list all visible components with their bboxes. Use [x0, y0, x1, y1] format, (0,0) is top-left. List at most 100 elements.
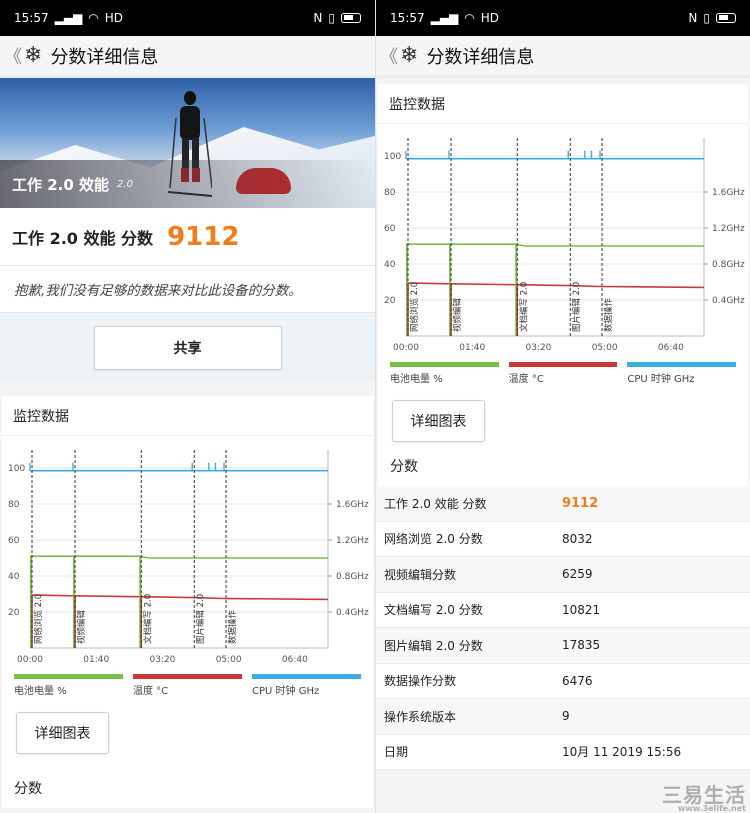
clock: 15:57 [390, 11, 425, 25]
nfc-icon: N [688, 11, 698, 25]
hero-version: 2.0 [117, 178, 133, 190]
legend-cpu: CPU 时钟 GHz [627, 362, 737, 388]
battery-icon [341, 13, 361, 23]
x-tick-label: 03:20 [525, 343, 551, 353]
vibrate-icon: ▯ [328, 11, 335, 25]
chart-legend: 电池电量 % 温度 °C CPU 时钟 GHz [2, 674, 373, 700]
x-tick-label: 01:40 [459, 343, 485, 353]
status-bar: 15:57 ▂▄▆ ◠ HD N ▯ [0, 0, 375, 36]
table-row: 数据操作分数 6476 [376, 663, 750, 699]
row-label: 视频编辑分数 [384, 567, 457, 582]
legend-battery: 电池电量 % [390, 362, 499, 388]
y2-tick-label: 0.4GHz [712, 296, 745, 306]
detail-chart-button[interactable]: 详细图表 [16, 712, 109, 754]
page-title: 分数详细信息 [50, 46, 159, 68]
table-row: 操作系统版本 9 [376, 699, 750, 735]
table-row: 图片编辑 2.0 分数 17835 [376, 628, 750, 664]
monitor-chart: 20 40 60 80 100 0.4GHz 0.8GHz 1.2GHz 1.6GHz 00:00… [378, 124, 748, 362]
scores-table: 工作 2.0 效能 分数 9112 网络浏览 2.0 分数 8032 视频编辑分数 625… [376, 486, 750, 770]
detail-chart-button[interactable]: 详细图表 [392, 400, 485, 442]
network-label: HD [104, 11, 124, 25]
score-row: 工作 2.0 效能 分数 9112 [0, 208, 375, 266]
y2-tick-label: 1.2GHz [336, 536, 369, 546]
app-logo-icon: ❄ [24, 43, 43, 68]
comparison-note: 抱歉,我们没有足够的数据来对比此设备的分数。 [0, 266, 375, 312]
share-button[interactable]: 共享 [93, 325, 282, 370]
marker-label: 数据操作 [227, 609, 238, 644]
row-label: 数据操作分数 [384, 674, 457, 689]
y2-tick-label: 0.8GHz [336, 572, 369, 582]
marker-label: 文档编写 2.0 [518, 282, 529, 332]
y-tick-label: 40 [384, 260, 396, 270]
wifi-icon: ◠ [88, 11, 99, 25]
x-tick-label: 00:00 [17, 655, 43, 665]
legend-temp: 温度 °C [133, 674, 242, 700]
row-value: 17835 [562, 638, 601, 653]
scores-heading: 分数 [390, 459, 418, 475]
y-tick-label: 80 [384, 188, 396, 198]
row-label: 日期 [384, 745, 409, 760]
x-tick-label: 01:40 [83, 655, 109, 665]
marker-label: 数据操作 [603, 297, 614, 332]
x-tick-label: 05:00 [592, 343, 618, 353]
title-bar: 《 ❄ 分数详细信息 [376, 36, 750, 78]
row-value: 6476 [562, 673, 593, 688]
y-tick-label: 80 [8, 500, 20, 510]
table-row: 网络浏览 2.0 分数 8032 [376, 521, 750, 557]
back-icon[interactable]: 《 [380, 43, 398, 69]
row-value: 10月 11 2019 15:56 [562, 745, 682, 760]
row-label: 文档编写 2.0 分数 [384, 603, 483, 618]
marker-label: 网络浏览 2.0 [33, 594, 44, 644]
marker-label: 视频编辑 [76, 609, 87, 644]
chart-legend: 电池电量 % 温度 °C CPU 时钟 GHz [378, 362, 748, 388]
legend-battery: 电池电量 % [14, 674, 123, 700]
share-area: 共享 [0, 312, 375, 382]
status-bar: 15:57 ▂▄▆ ◠ HD N ▯ [376, 0, 750, 36]
table-row: 视频编辑分数 6259 [376, 557, 750, 593]
row-value: 9112 [562, 495, 599, 511]
monitor-chart: 20 40 60 80 100 0.4GHz 0.8GHz 1.2GHz 1.6GHz 00:00… [2, 436, 373, 674]
y2-tick-label: 0.4GHz [336, 608, 369, 618]
x-tick-label: 03:20 [149, 655, 175, 665]
marker-label: 图片编辑 2.0 [571, 282, 582, 332]
nfc-icon: N [313, 11, 323, 25]
legend-temp: 温度 °C [508, 362, 618, 388]
y2-tick-label: 1.6GHz [712, 188, 745, 198]
score-value: 9112 [167, 221, 240, 252]
clock: 15:57 [14, 11, 49, 25]
row-label: 操作系统版本 [384, 709, 457, 724]
scores-heading: 分数 [2, 768, 373, 808]
vibrate-icon: ▯ [703, 11, 710, 25]
row-label: 网络浏览 2.0 分数 [384, 532, 483, 547]
row-label: 工作 2.0 效能 分数 [384, 496, 487, 511]
monitor-card: 监控数据 20 40 60 80 100 0.4GHz 0.8GHz 1.2GHz 1.6GHz… [378, 84, 748, 486]
row-label: 图片编辑 2.0 分数 [384, 638, 483, 653]
marker-label: 视频编辑 [452, 297, 463, 332]
network-label: HD [480, 11, 500, 25]
y-tick-label: 100 [384, 152, 401, 162]
marker-label: 文档编写 2.0 [142, 594, 153, 644]
table-row: 日期 10月 11 2019 15:56 [376, 734, 750, 770]
score-label: 工作 2.0 效能 分数 [12, 228, 154, 248]
x-tick-label: 06:40 [658, 343, 684, 353]
monitor-title: 监控数据 [2, 396, 373, 436]
y-tick-label: 20 [8, 608, 20, 618]
row-value: 8032 [562, 531, 593, 546]
monitor-chart-svg: 20 40 60 80 100 0.4GHz 0.8GHz 1.2GHz 1.6GHz 00:00… [8, 450, 369, 665]
back-icon[interactable]: 《 [4, 43, 22, 69]
marker-label: 图片编辑 2.0 [195, 594, 206, 644]
monitor-card: 监控数据 20 40 60 80 100 0.4GHz 0.8GHz 1.2GHz 1.6GHz… [2, 396, 373, 768]
app-logo-icon: ❄ [400, 43, 419, 68]
signal-icon: ▂▄▆ [430, 11, 459, 25]
hero-image: 工作 2.0 效能 2.0 [0, 78, 375, 208]
y-tick-label: 100 [8, 464, 25, 474]
legend-cpu: CPU 时钟 GHz [252, 674, 361, 700]
title-bar: 《 ❄ 分数详细信息 [0, 36, 375, 78]
table-row: 文档编写 2.0 分数 10821 [376, 592, 750, 628]
row-value: 10821 [562, 602, 601, 617]
monitor-title: 监控数据 [378, 84, 748, 124]
y-tick-label: 20 [384, 296, 396, 306]
x-tick-label: 05:00 [216, 655, 242, 665]
left-screen: 15:57 ▂▄▆ ◠ HD N ▯ 《 ❄ 分数详细信息 工作 2.0 效能 … [0, 0, 375, 813]
x-tick-label: 06:40 [282, 655, 308, 665]
